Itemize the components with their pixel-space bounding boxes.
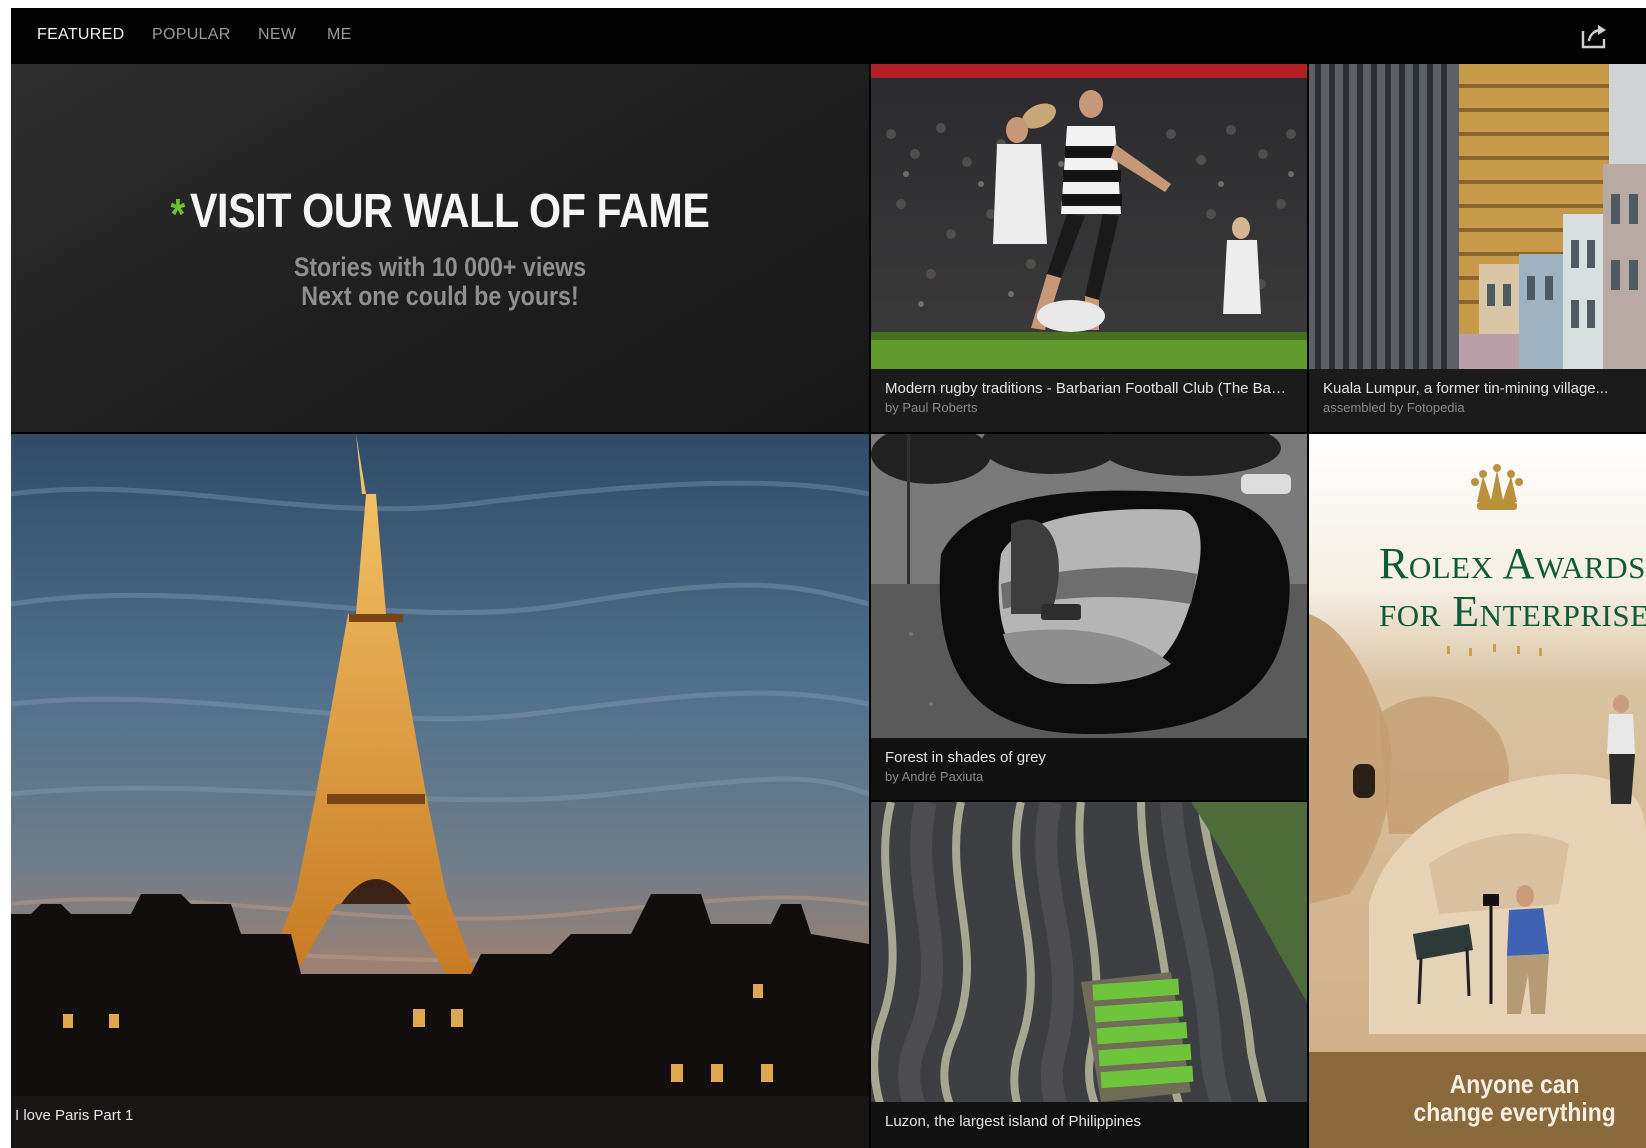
- kuala-lumpur-title: Kuala Lumpur, a former tin-mining villag…: [1323, 380, 1609, 397]
- wall-of-fame-subtitle-1: Stories with 10 000+ views: [293, 252, 587, 282]
- tab-me[interactable]: ME: [327, 26, 352, 44]
- rolex-title-line2: for Enterprise: [1379, 587, 1646, 636]
- wall-of-fame-subtitle-2: Next one could be yours!: [301, 281, 579, 311]
- kuala-lumpur-photo: [1309, 64, 1646, 369]
- app-window: FEATURED POPULAR NEW ME * VISIT OUR WALL …: [11, 8, 1646, 1148]
- story-card-kuala-lumpur[interactable]: Kuala Lumpur, a former tin-mining villag…: [1309, 64, 1646, 432]
- rolex-ad-title: Rolex Awards for Enterprise: [1379, 540, 1646, 636]
- wall-of-fame-heading: VISIT OUR WALL OF FAME: [189, 185, 710, 238]
- forest-caption: Forest in shades of grey by André Paxiut…: [871, 738, 1307, 800]
- tab-popular[interactable]: POPULAR: [152, 26, 231, 44]
- rugby-author[interactable]: by Paul Roberts: [885, 399, 1293, 417]
- eiffel-tower-photo: [11, 434, 869, 1148]
- luzon-title: Luzon, the largest island of Philippines: [885, 1113, 1141, 1130]
- share-icon[interactable]: [1580, 22, 1610, 50]
- story-card-paris[interactable]: I love Paris Part 1: [11, 434, 869, 1148]
- tab-new[interactable]: NEW: [258, 26, 296, 44]
- forest-mirror-photo: [871, 434, 1307, 738]
- star-icon: *: [170, 190, 185, 239]
- rice-terraces-photo: [871, 802, 1307, 1148]
- kuala-lumpur-caption: Kuala Lumpur, a former tin-mining villag…: [1309, 369, 1646, 432]
- rolex-ad-band: Anyone can change everything: [1309, 1052, 1646, 1148]
- story-card-rugby[interactable]: Modern rugby traditions - Barbarian Foot…: [871, 64, 1307, 432]
- kuala-lumpur-author[interactable]: assembled by Fotopedia: [1323, 399, 1632, 417]
- luzon-caption: Luzon, the largest island of Philippines: [871, 1102, 1307, 1148]
- rolex-title-line1: Rolex Awards: [1379, 539, 1646, 588]
- top-nav-bar: FEATURED POPULAR NEW ME: [11, 8, 1646, 64]
- rugby-title: Modern rugby traditions - Barbarian Foot…: [885, 380, 1293, 397]
- forest-title: Forest in shades of grey: [885, 749, 1046, 766]
- forest-author[interactable]: by André Paxiuta: [885, 768, 1293, 786]
- rugby-caption: Modern rugby traditions - Barbarian Foot…: [871, 369, 1307, 432]
- wall-of-fame-banner[interactable]: * VISIT OUR WALL OF FAME Stories with 10 …: [11, 64, 869, 432]
- paris-title: I love Paris Part 1: [15, 1107, 134, 1124]
- tab-featured[interactable]: FEATURED: [37, 26, 124, 44]
- story-card-forest[interactable]: Forest in shades of grey by André Paxiut…: [871, 434, 1307, 800]
- advertisement-rolex[interactable]: Rolex Awards for Enterprise Anyone can c…: [1309, 434, 1646, 1148]
- story-card-luzon[interactable]: Luzon, the largest island of Philippines: [871, 802, 1307, 1148]
- rugby-photo: [871, 64, 1307, 369]
- rolex-ad-tagline: Anyone can change everything: [1413, 1069, 1616, 1127]
- wall-of-fame-title: * VISIT OUR WALL OF FAME: [71, 184, 809, 239]
- paris-caption: I love Paris Part 1: [11, 1096, 869, 1148]
